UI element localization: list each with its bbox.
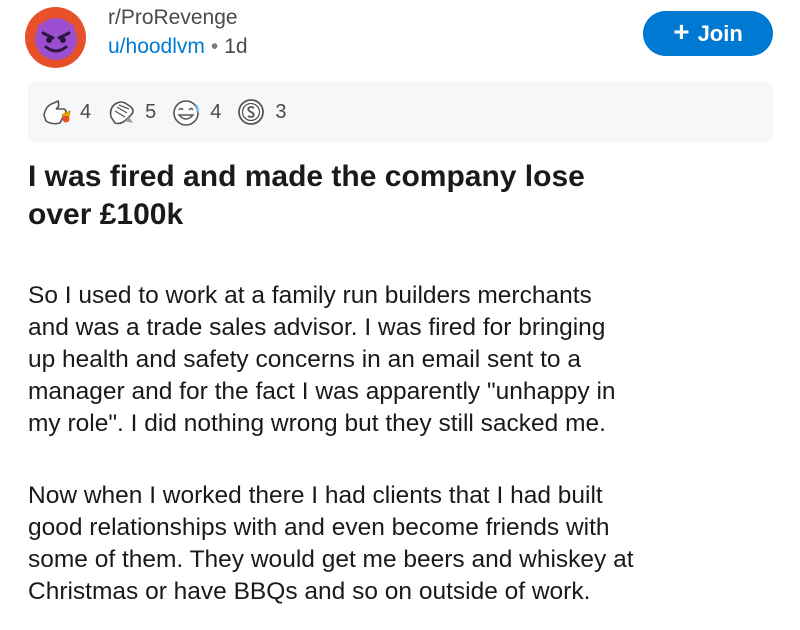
silver-coin-award-icon: [238, 99, 265, 125]
title-line: I was fired and made the company lose: [28, 160, 585, 193]
title-line: over £100k: [28, 198, 184, 231]
body-line: my role". I did nothing wrong but they s…: [28, 410, 606, 437]
bravo-award-icon: [109, 101, 134, 125]
award-item[interactable]: 4: [170, 97, 221, 127]
body-line: Now when I worked there I had clients th…: [28, 482, 603, 509]
body-line: and was a trade sales advisor. I was fir…: [28, 314, 606, 341]
subreddit-avatar[interactable]: [25, 7, 86, 68]
body-line: manager and for the fact I was apparentl…: [28, 378, 616, 405]
author-line: u/hoodlvm • 1d: [108, 32, 248, 62]
post-header: r/ProRevenge u/hoodlvm • 1d + Join: [0, 0, 800, 80]
awards-bar[interactable]: 4 5 4 3: [28, 82, 773, 142]
post-title[interactable]: I was fired and made the company lose ov…: [28, 158, 768, 234]
body-line: some of them. They would get me beers an…: [28, 546, 634, 573]
award-count: 4: [210, 100, 222, 123]
body-line: good relationships with and even become …: [28, 514, 610, 541]
body-line: So I used to work at a family run builde…: [28, 282, 592, 309]
post-age: 1d: [224, 35, 248, 58]
post-body-paragraph: Now when I worked there I had clients th…: [28, 480, 778, 608]
post-body-paragraph: So I used to work at a family run builde…: [28, 280, 778, 440]
award-item[interactable]: 5: [105, 97, 156, 127]
award-item[interactable]: 4: [40, 97, 91, 127]
join-button[interactable]: + Join: [643, 11, 773, 56]
subreddit-name[interactable]: r/ProRevenge: [108, 4, 248, 32]
join-label: Join: [697, 20, 743, 46]
body-line: Christmas or have BBQs and so on outside…: [28, 578, 591, 605]
author-link[interactable]: u/hoodlvm: [108, 35, 205, 58]
devil-face-icon: [34, 17, 77, 60]
award-count: 4: [80, 100, 92, 123]
award-item[interactable]: 3: [235, 97, 287, 127]
award-count: 5: [145, 100, 157, 123]
wholesome-award-icon: [43, 99, 71, 125]
laughing-award-icon: [173, 100, 200, 126]
body-line: up health and safety concerns in an emai…: [28, 346, 581, 373]
post-meta: r/ProRevenge u/hoodlvm • 1d: [108, 4, 248, 62]
award-count: 3: [275, 100, 287, 123]
separator-dot: •: [210, 35, 219, 58]
plus-icon: +: [673, 16, 690, 47]
